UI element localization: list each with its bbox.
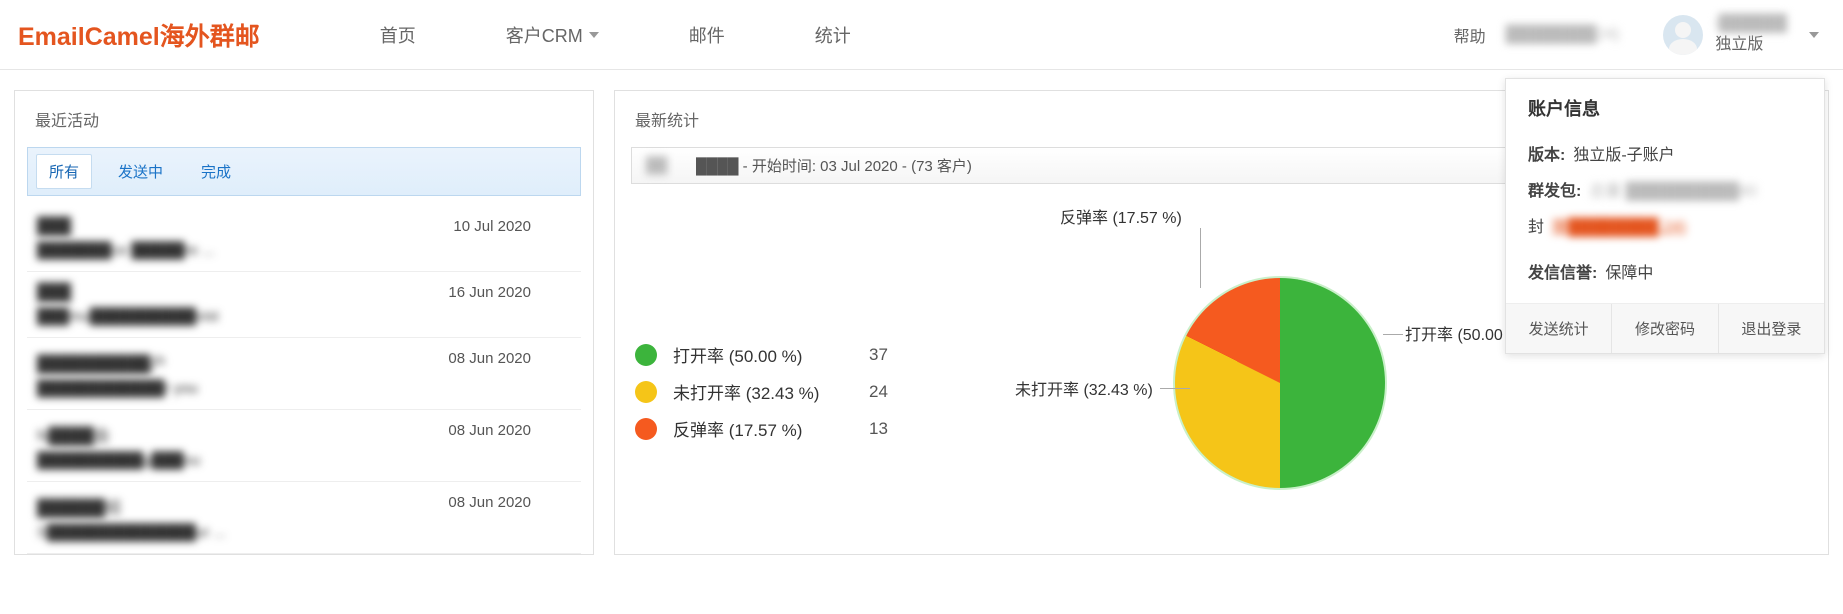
activity-date: 10 Jul 2020 [453,218,571,259]
pie-slices [1175,278,1385,488]
top-nav: 首页 客户CRM 邮件 统计 [380,22,851,48]
seal-link[interactable]: 赠████████.24) [1552,213,1686,237]
pie-chart: 反弹率 (17.57 %) 未打开率 (32.43 %) 打开率 (50.00 … [985,216,1415,516]
help-link[interactable]: 帮助 [1454,23,1486,47]
activity-tabs: 所有 发送中 完成 [27,147,581,196]
quota-label: 群发包: [1528,177,1581,201]
activity-title: ██████████户 [37,350,198,374]
header-masked-text: ████████24) [1506,26,1620,44]
tab-sending[interactable]: 发送中 [106,155,175,188]
nav-stats[interactable]: 统计 [815,22,851,48]
tab-done[interactable]: 完成 [189,155,243,188]
activity-subtitle: ████████████r you [37,380,198,397]
activity-row[interactable]: ███ ███mu██████████vist 16 Jun 2020 [27,272,581,338]
dot-icon [635,418,657,440]
user-menu[interactable]: i██████ 独立版 [1639,14,1819,56]
chevron-down-icon [1809,32,1819,38]
nav-crm-label: 客户CRM [506,22,583,48]
user-text: i██████ 独立版 [1715,14,1787,56]
tab-all[interactable]: 所有 [36,154,92,189]
dot-icon [635,344,657,366]
nav-crm[interactable]: 客户CRM [506,22,599,48]
info-seal: 封 赠████████.24) [1528,207,1802,243]
popover-title: 账户信息 [1528,95,1802,121]
activity-subtitle: ███████ce █████re ... [37,242,215,259]
activity-list: ███ ███████ce █████re ... 10 Jul 2020 ██… [15,200,593,554]
campaign-selector-label: ████ - 开始时间: 03 Jul 2020 - (73 客户) [696,155,972,176]
activity-date: 08 Jun 2020 [448,422,571,469]
version-value: 独立版-子账户 [1573,141,1674,165]
change-password-button[interactable]: 修改密码 [1611,304,1717,353]
activity-row[interactable]: ██████████户 ████████████r you 08 Jun 202… [27,338,581,410]
activity-date: 08 Jun 2020 [448,350,571,397]
top-header: EmailCamel海外群邮 首页 客户CRM 邮件 统计 帮助 ███████… [0,0,1843,70]
app-logo[interactable]: EmailCamel海外群邮 [18,17,260,53]
legend-unopen-value: 24 [869,382,888,402]
activity-title: ███ [37,284,219,302]
leader-line [1200,228,1201,288]
legend-bounce: 反弹率 (17.57 %) 13 [635,410,945,447]
recent-activity-title: 最近活动 [15,91,593,147]
activity-date: 08 Jun 2020 [448,494,571,541]
activity-row[interactable]: ███ ███████ce █████re ... 10 Jul 2020 [27,206,581,272]
activity-title: ██████绍 [37,494,226,518]
logout-button[interactable]: 退出登录 [1718,304,1824,353]
activity-subtitle: ██████████g███ou [37,452,200,469]
activity-title: ███ [37,218,215,236]
seal-label: 封 [1528,213,1544,237]
legend-unopen-label: 未打开率 (32.43 %) [673,379,853,404]
pie-label-bounce: 反弹率 (17.57 %) [1060,204,1182,228]
reputation-value: 保障中 [1605,259,1653,283]
nav-mail[interactable]: 邮件 [689,22,725,48]
chevron-down-icon [589,32,599,38]
user-plan: 独立版 [1715,35,1787,56]
activity-date: 16 Jun 2020 [448,284,571,325]
activity-row[interactable]: N████会 ██████████g███ou 08 Jun 2020 [27,410,581,482]
nav-home[interactable]: 首页 [380,22,416,48]
popover-buttons: 发送统计 修改密码 退出登录 [1506,303,1824,353]
account-popover: 账户信息 版本: 独立版-子账户 群发包: 总量 ██████████40 封 … [1505,78,1825,354]
pie-label-unopen: 未打开率 (32.43 %) [1015,376,1153,400]
info-reputation: 发信信誉: 保障中 [1528,253,1802,289]
dot-icon [635,381,657,403]
user-name: i██████ [1715,14,1787,35]
legend-unopen: 未打开率 (32.43 %) 24 [635,373,945,410]
legend-bounce-value: 13 [869,419,888,439]
quota-value: 总量 ██████████40 [1589,177,1757,201]
chart-legend: 打开率 (50.00 %) 37 未打开率 (32.43 %) 24 反弹率 (… [635,216,945,516]
leader-line [1160,388,1190,389]
legend-open: 打开率 (50.00 %) 37 [635,336,945,373]
leader-line [1383,334,1403,335]
activity-row[interactable]: ██████绍 S██████████████ur ... 08 Jun 202… [27,482,581,554]
info-quota: 群发包: 总量 ██████████40 [1528,171,1802,207]
activity-subtitle: S██████████████ur ... [37,524,226,541]
header-right: 帮助 ████████24) i██████ 独立版 [1454,14,1843,56]
send-stats-button[interactable]: 发送统计 [1506,304,1611,353]
activity-title: N████会 [37,422,200,446]
legend-open-label: 打开率 (50.00 %) [673,342,853,367]
recent-activity-panel: 最近活动 所有 发送中 完成 ███ ███████ce █████re ...… [14,90,594,555]
legend-bounce-label: 反弹率 (17.57 %) [673,416,853,441]
avatar-icon [1663,15,1703,55]
activity-subtitle: ███mu██████████vist [37,308,219,325]
reputation-label: 发信信誉: [1528,259,1597,283]
legend-open-value: 37 [869,345,888,365]
info-version: 版本: 独立版-子账户 [1528,135,1802,171]
version-label: 版本: [1528,141,1565,165]
